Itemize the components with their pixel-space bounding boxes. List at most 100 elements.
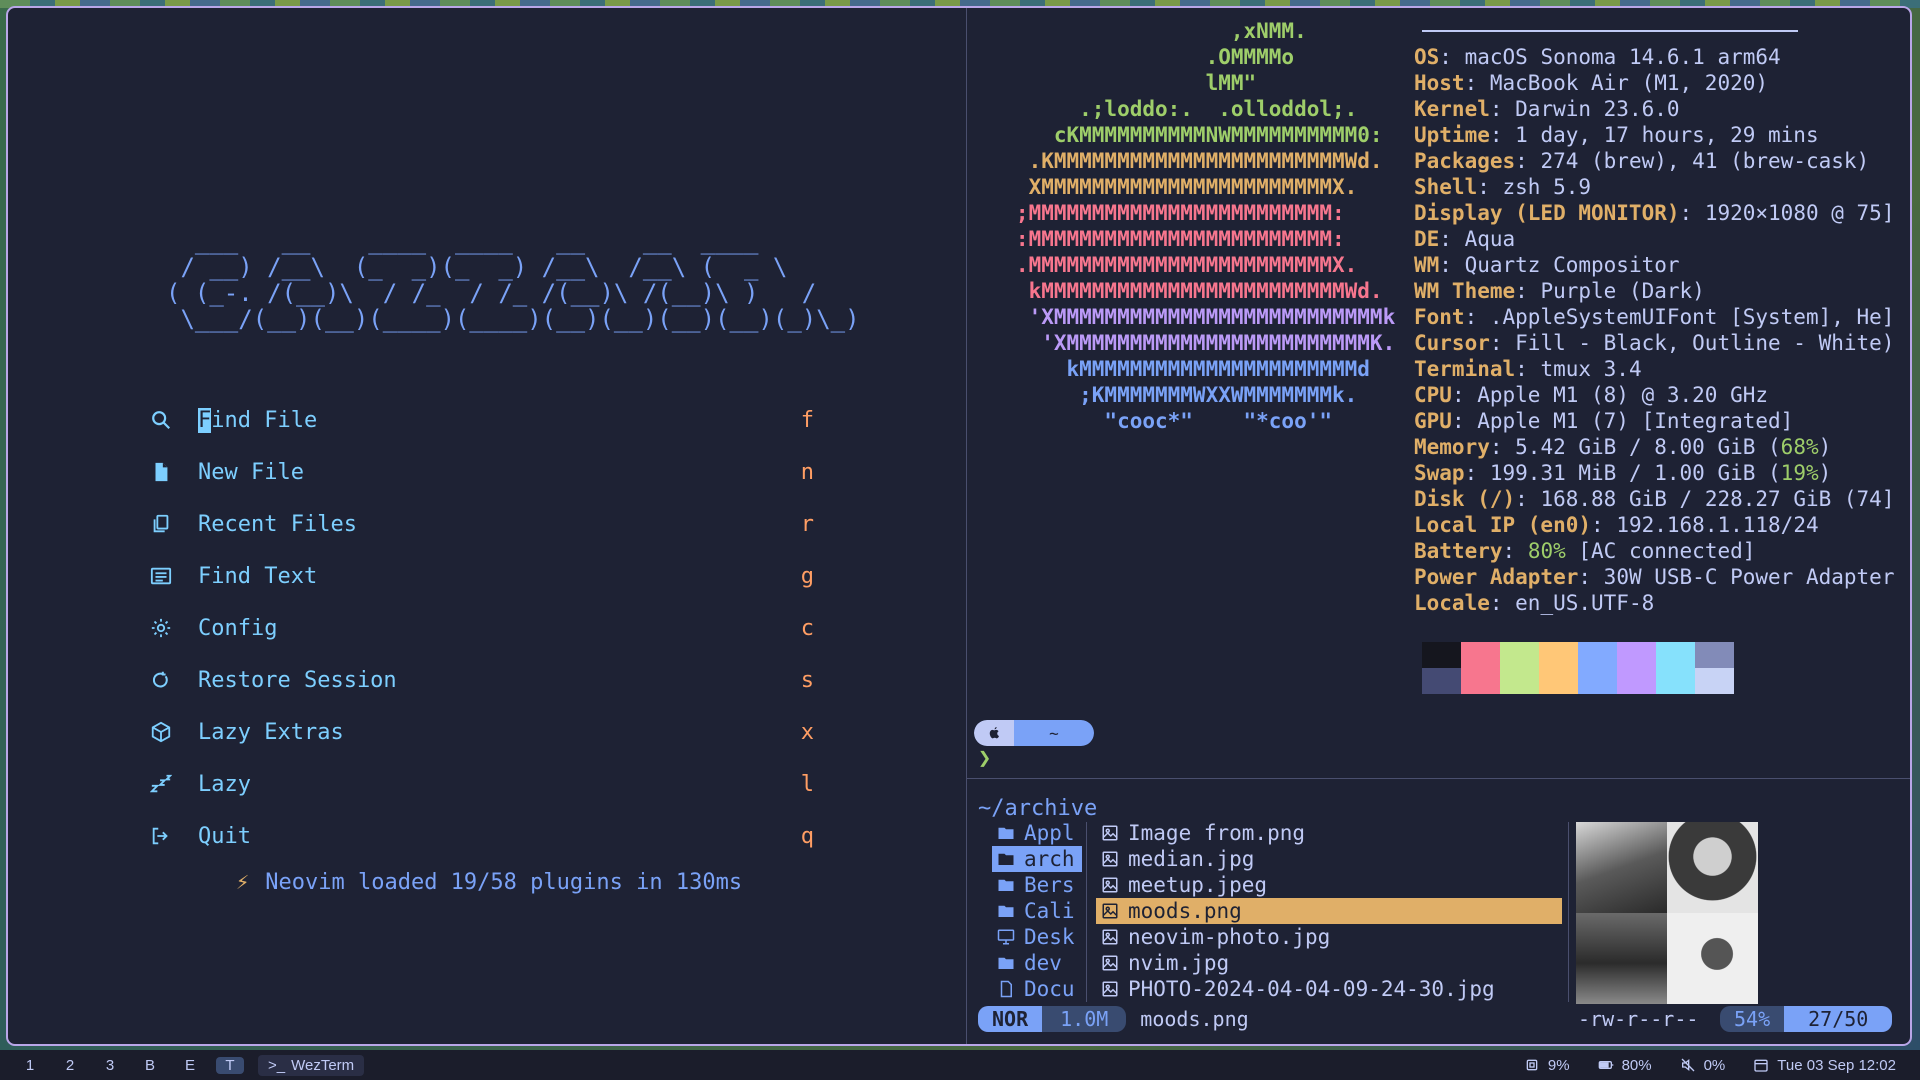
prompt-caret[interactable]: ❯ — [978, 746, 991, 771]
color-palette — [1422, 642, 1734, 694]
info-row: Packages: 274 (brew), 41 (brew-cask) — [1414, 148, 1910, 174]
info-value-tail: ) — [1818, 461, 1832, 485]
prompt-directory: ~ — [1014, 720, 1094, 746]
info-row: CPU: Apple M1 (8) @ 3.20 GHz — [1414, 382, 1910, 408]
focused-app[interactable]: >_ WezTerm — [258, 1054, 365, 1076]
info-colon: : — [1515, 357, 1541, 381]
menu-shortcut-key: n — [800, 459, 814, 485]
entry-name: Image from.png — [1128, 821, 1306, 845]
info-key: Terminal — [1414, 357, 1516, 381]
menu-item-find-file[interactable]: Find File f — [150, 394, 814, 446]
battery-status[interactable]: 80% — [1598, 1057, 1652, 1074]
info-value-tail: ) — [1818, 435, 1832, 459]
info-row: Display (LED MONITOR): 1920×1080 @ 75] — [1414, 200, 1910, 226]
file-entry[interactable]: meetup.jpeg — [1096, 872, 1562, 898]
palette-swatch — [1656, 642, 1695, 668]
file-entry[interactable]: median.jpg — [1096, 846, 1562, 872]
info-key: Packages — [1414, 149, 1516, 173]
menu-item-restore-session[interactable]: Restore Session s — [150, 654, 814, 706]
directory-entry[interactable]: arch — [992, 846, 1082, 872]
info-colon: : — [1489, 123, 1516, 147]
directory-entry[interactable]: Bers — [992, 872, 1082, 898]
workspace-e[interactable]: E — [170, 1057, 210, 1074]
menu-item-lazy[interactable]: Lazy l — [150, 758, 814, 810]
file-entry[interactable]: PHOTO-2024-04-04-09-24-30.jpg — [1096, 976, 1562, 1002]
document-icon — [992, 980, 1020, 998]
workspace-2[interactable]: 2 — [50, 1057, 90, 1074]
image-file-icon — [1096, 902, 1124, 920]
package-icon — [150, 721, 198, 743]
menu-item-quit[interactable]: Quit q — [150, 810, 814, 862]
quit-icon — [150, 825, 198, 847]
info-key: Disk (/) — [1414, 487, 1516, 511]
menu-item-find-text[interactable]: Find Text g — [150, 550, 814, 602]
pane-divider-horizontal[interactable] — [966, 778, 1910, 779]
info-value: Darwin 23.6.0 — [1515, 97, 1680, 121]
workspace-1[interactable]: 1 — [10, 1057, 50, 1074]
scroll-percent: 54% — [1720, 1006, 1785, 1032]
info-value: Purple (Dark) — [1540, 279, 1705, 303]
workspace-3[interactable]: 3 — [90, 1057, 130, 1074]
menu-bar: 123BET >_ WezTerm 9% 80% 0% Tue 03 Sep 1… — [0, 1050, 1920, 1080]
entry-name: meetup.jpeg — [1128, 873, 1268, 897]
info-key: Kernel — [1414, 97, 1490, 121]
info-value: MacBook Air (M1, 2020) — [1489, 71, 1769, 95]
entry-name: Desk — [1024, 925, 1075, 949]
clock[interactable]: Tue 03 Sep 12:02 — [1753, 1057, 1896, 1074]
volume-status[interactable]: 0% — [1680, 1057, 1725, 1074]
info-colon: : — [1439, 253, 1465, 277]
info-row: Host: MacBook Air (M1, 2020) — [1414, 70, 1910, 96]
directory-entry[interactable]: Cali — [992, 898, 1082, 924]
workspace-b[interactable]: B — [130, 1057, 170, 1074]
shell-prompt: ~ — [974, 720, 1094, 746]
ascii-line: :MMMMMMMMMMMMMMMMMMMMMMMM: — [978, 227, 1345, 251]
menu-item-lazy-extras[interactable]: Lazy Extras x — [150, 706, 814, 758]
ascii-line: 'XMMMMMMMMMMMMMMMMMMMMMMMMMMk — [978, 305, 1396, 329]
info-row: Local IP (en0): 192.168.1.118/24 — [1414, 512, 1910, 538]
directory-entry[interactable]: Docu — [992, 976, 1082, 1002]
file-size: 1.0M — [1042, 1006, 1127, 1032]
file-entry[interactable]: neovim-photo.jpg — [1096, 924, 1562, 950]
info-colon: : — [1578, 565, 1604, 589]
palette-swatch — [1461, 642, 1500, 668]
info-value: Fill - Black, Outline - White) — [1515, 331, 1895, 355]
file-entry[interactable]: Image from.png — [1096, 820, 1562, 846]
menu-shortcut-key: x — [800, 719, 814, 745]
folder-icon — [992, 876, 1020, 894]
image-file-icon — [1096, 876, 1124, 894]
menu-item-new-file[interactable]: New File n — [150, 446, 814, 498]
ascii-line: 'XMMMMMMMMMMMMMMMMMMMMMMMMK. — [978, 331, 1396, 355]
info-row: Battery: 80% [AC connected] — [1414, 538, 1910, 564]
info-key: Cursor — [1414, 331, 1490, 355]
info-row: DE: Aqua — [1414, 226, 1910, 252]
cpu-icon — [1526, 1059, 1538, 1071]
file-permissions: -rw-r--r-- — [1578, 1007, 1699, 1031]
info-colon: : — [1439, 227, 1465, 251]
workspace-t[interactable]: T — [216, 1056, 244, 1074]
ascii-line: ,xNMM. — [978, 19, 1307, 43]
entry-name: moods.png — [1128, 899, 1242, 923]
palette-swatch — [1500, 642, 1539, 668]
apple-icon — [974, 720, 1014, 746]
file-entry[interactable]: moods.png — [1096, 898, 1562, 924]
pane-divider-vertical[interactable] — [966, 8, 967, 1044]
directory-entry[interactable]: Appl — [992, 820, 1082, 846]
menu-item-recent-files[interactable]: Recent Files r — [150, 498, 814, 550]
menu-item-config[interactable]: Config c — [150, 602, 814, 654]
folder-icon — [992, 902, 1020, 920]
info-key: Shell — [1414, 175, 1478, 199]
directory-entry[interactable]: dev — [992, 950, 1082, 976]
menu-label: Find File — [198, 407, 318, 433]
terminal-window: ___ __ ____ ____ __ __ ____ / __) /__\ (… — [6, 6, 1912, 1046]
image-preview — [1576, 822, 1758, 1004]
info-value: macOS Sonoma 14.6.1 arm64 — [1464, 45, 1781, 69]
file-entry[interactable]: nvim.jpg — [1096, 950, 1562, 976]
entry-name: PHOTO-2024-04-04-09-24-30.jpg — [1128, 977, 1495, 1001]
ascii-line: lMM" — [978, 71, 1257, 95]
palette-swatch — [1422, 668, 1461, 694]
directory-entry[interactable]: Desk — [992, 924, 1082, 950]
apple-ascii-logo: ,xNMM. .OMMMMo lMM" .;loddo:. .olloddol;… — [978, 18, 1395, 434]
menu-label: Recent Files — [198, 511, 357, 537]
preview-photo — [1576, 822, 1667, 913]
cpu-status[interactable]: 9% — [1524, 1057, 1570, 1074]
